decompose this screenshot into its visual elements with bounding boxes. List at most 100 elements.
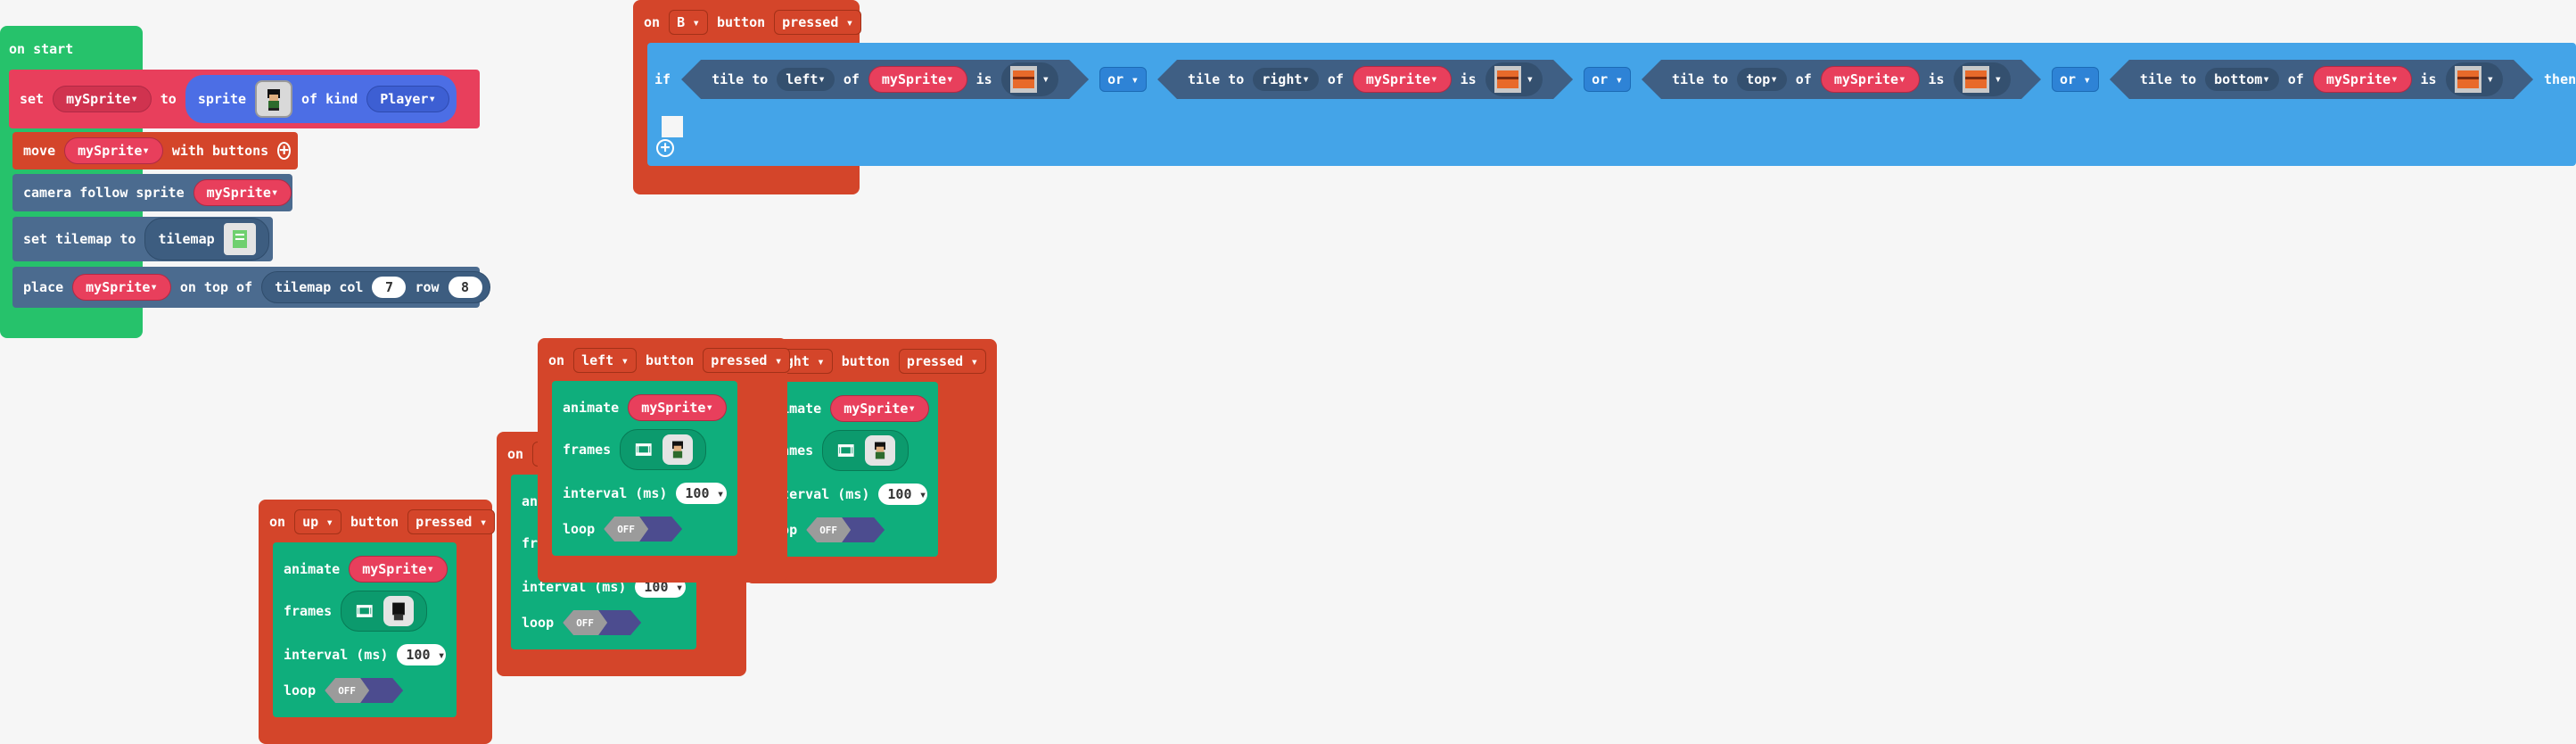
pressed-dropdown[interactable]: pressed (774, 10, 862, 35)
camera-variable-dropdown[interactable]: mySprite (193, 179, 292, 206)
or-dropdown-3[interactable]: or (2052, 67, 2099, 92)
on-keyword: on (644, 14, 661, 30)
interval-dropdown[interactable]: 100 (878, 484, 927, 505)
loop-toggle[interactable]: OFF (604, 517, 683, 541)
of-label: of (1327, 71, 1344, 87)
animate-variable-dropdown[interactable]: mySprite (830, 395, 929, 422)
film-strip-icon: 🎞 (633, 440, 654, 459)
tile-picker[interactable] (2446, 62, 2503, 96)
is-label: is (1928, 71, 1945, 87)
interval-keyword: interval (ms) (563, 485, 668, 501)
tile-condition-left[interactable]: tile to left of mySprite is (681, 60, 1089, 99)
film-strip-icon: 🎞 (835, 441, 857, 460)
to-keyword: to (160, 91, 177, 107)
or-dropdown-1[interactable]: or (1099, 67, 1148, 92)
tile-condition-bottom[interactable]: tile to bottom of mySprite is (2110, 60, 2533, 99)
condition-variable-dropdown[interactable]: mySprite (868, 66, 967, 93)
if-add-plus-icon[interactable]: + (656, 139, 674, 157)
frames-picker[interactable]: 🎞 (620, 429, 707, 470)
then-keyword: then (2544, 71, 2576, 87)
col-input[interactable]: 7 (372, 277, 407, 298)
camera-follow-block[interactable]: camera follow sprite mySprite (12, 174, 292, 211)
loop-toggle-state: OFF (563, 610, 608, 635)
of-label: of (2287, 71, 2304, 87)
of-kind-keyword: of kind (301, 91, 358, 107)
set-sprite-block[interactable]: set mySprite to sprite of kind Player (9, 70, 480, 128)
set-keyword: set (20, 91, 45, 107)
move-variable-dropdown[interactable]: mySprite (64, 137, 163, 164)
character-sprite-icon (267, 89, 281, 111)
on-keyword: on (507, 446, 524, 462)
direction-dropdown-bottom[interactable]: bottom (2205, 68, 2279, 91)
interval-dropdown[interactable]: 100 (676, 483, 727, 504)
sprite-of-kind-reporter[interactable]: sprite of kind Player (185, 75, 457, 123)
up-button-dropdown[interactable]: up (294, 509, 342, 534)
tilemap-reporter[interactable]: tilemap (144, 218, 269, 260)
button-keyword: button (350, 514, 399, 530)
button-dropdown[interactable]: B (669, 10, 708, 35)
loop-keyword: loop (563, 521, 596, 537)
or-dropdown-2[interactable]: or (1584, 67, 1631, 92)
tile-to-label: tile to (1188, 71, 1245, 87)
pressed-dropdown[interactable]: pressed (898, 349, 986, 374)
chest-tile-icon (1963, 66, 1989, 93)
if-body-slot (662, 116, 683, 137)
place-variable-dropdown[interactable]: mySprite (72, 274, 171, 301)
animate-block-up[interactable]: animate mySprite frames 🎞 interval (ms) … (273, 542, 457, 717)
sprite-image-picker[interactable] (255, 80, 293, 118)
move-with-buttons-block[interactable]: move mySprite with buttons + (12, 132, 298, 169)
set-tilemap-block[interactable]: set tilemap to tilemap (12, 217, 273, 261)
is-label: is (1460, 71, 1477, 87)
loop-toggle[interactable]: OFF (806, 517, 885, 542)
chest-tile-icon (1494, 66, 1521, 93)
direction-dropdown-right[interactable]: right (1253, 68, 1319, 91)
direction-dropdown-top[interactable]: top (1737, 68, 1787, 91)
chest-tile-icon (2455, 66, 2481, 93)
tile-picker[interactable] (1486, 62, 1543, 96)
tile-to-label: tile to (2139, 71, 2197, 87)
loop-toggle-state: OFF (806, 517, 852, 542)
variable-dropdown[interactable]: mySprite (53, 86, 152, 112)
animate-variable-dropdown[interactable]: mySprite (349, 556, 448, 583)
row-label: row (415, 279, 440, 295)
animate-keyword: animate (284, 561, 341, 577)
film-strip-icon: 🎞 (354, 601, 375, 621)
interval-dropdown[interactable]: 100 (397, 644, 446, 665)
frame-thumbnail-icon[interactable] (865, 435, 896, 466)
loop-toggle[interactable]: OFF (563, 610, 642, 635)
direction-dropdown-left[interactable]: left (777, 68, 835, 91)
on-keyword: on (548, 352, 565, 368)
frames-picker[interactable]: 🎞 (341, 591, 428, 632)
of-label: of (1795, 71, 1812, 87)
tilemap-location-reporter[interactable]: tilemap col 7 row 8 (261, 271, 490, 303)
button-keyword: button (841, 353, 890, 369)
kind-dropdown[interactable]: Player (366, 86, 449, 112)
frame-thumbnail-icon[interactable] (663, 434, 694, 465)
left-button-dropdown[interactable]: left (573, 348, 638, 373)
tile-picker[interactable] (1954, 62, 2011, 96)
interval-keyword: interval (ms) (284, 647, 389, 663)
on-start-label: on start (9, 41, 74, 57)
button-keyword: button (716, 14, 766, 30)
tile-condition-top[interactable]: tile to top of mySprite is (1642, 60, 2041, 99)
pressed-dropdown[interactable]: pressed (407, 509, 496, 534)
tile-to-label: tile to (1672, 71, 1729, 87)
animate-block-left[interactable]: animate mySprite frames 🎞 interval (ms) … (552, 381, 737, 556)
condition-variable-dropdown[interactable]: mySprite (1353, 66, 1452, 93)
place-on-tilemap-block[interactable]: place mySprite on top of tilemap col 7 r… (12, 267, 490, 308)
tile-picker[interactable] (1001, 62, 1058, 96)
tile-condition-right[interactable]: tile to right of mySprite is (1157, 60, 1573, 99)
expand-plus-icon[interactable]: + (277, 142, 292, 160)
animate-variable-dropdown[interactable]: mySprite (628, 394, 727, 421)
loop-toggle-state: OFF (325, 678, 370, 703)
pressed-dropdown[interactable]: pressed (703, 348, 791, 373)
row-input[interactable]: 8 (448, 277, 482, 298)
condition-variable-dropdown[interactable]: mySprite (1821, 66, 1920, 93)
loop-toggle[interactable]: OFF (325, 678, 404, 703)
button-keyword: button (646, 352, 695, 368)
frame-thumbnail-icon[interactable] (383, 596, 415, 626)
tilemap-thumbnail-icon[interactable] (223, 223, 256, 255)
if-block[interactable]: if tile to left of mySprite is or tile t… (647, 43, 2576, 166)
frames-picker[interactable]: 🎞 (822, 430, 909, 471)
condition-variable-dropdown[interactable]: mySprite (2313, 66, 2412, 93)
